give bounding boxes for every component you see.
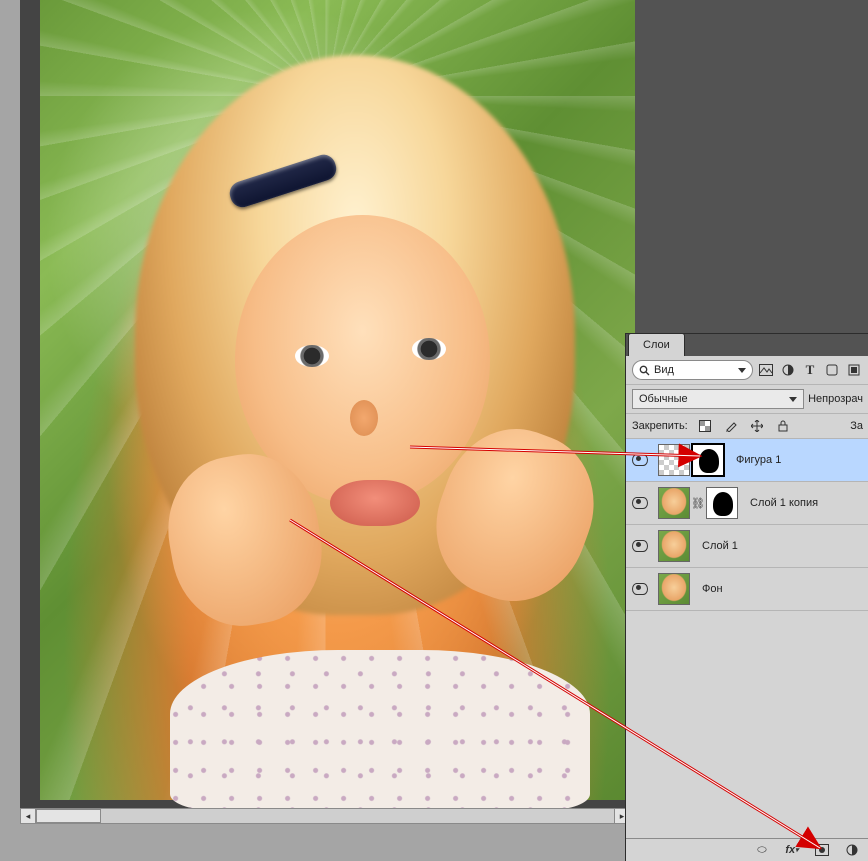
subject-dress (170, 650, 590, 810)
layers-panel: Слои Вид T Обычные Непрозрач Закрепить: (625, 333, 868, 861)
eye-icon (632, 454, 648, 466)
layer-thumbnail[interactable] (658, 444, 690, 476)
layer-thumbnail[interactable] (658, 530, 690, 562)
subject-eye-left (295, 345, 329, 367)
lock-label: Закрепить: (632, 420, 688, 432)
subject-nose (350, 400, 378, 436)
layer-thumbnail[interactable] (658, 573, 690, 605)
tab-layers[interactable]: Слои (628, 333, 685, 356)
mask-link-icon[interactable]: ⛓ (692, 497, 704, 510)
scroll-left-button[interactable]: ◂ (20, 808, 36, 824)
layer-name[interactable]: Слой 1 копия (742, 497, 818, 509)
lock-pixels-icon[interactable] (722, 418, 740, 434)
layer-name[interactable]: Слой 1 (694, 540, 738, 552)
canvas-horizontal-scrollbar[interactable]: ◂ ▸ (20, 808, 630, 824)
layer-thumbnail[interactable] (658, 487, 690, 519)
blend-mode-select[interactable]: Обычные (632, 389, 804, 409)
visibility-toggle[interactable] (626, 497, 654, 509)
layer-filter-select[interactable]: Вид (632, 360, 753, 380)
smart-filter-icon[interactable] (845, 362, 863, 378)
lock-transparency-icon[interactable] (696, 418, 714, 434)
layers-list: Фигура 1 ⛓ Слой 1 копия Слой 1 (626, 439, 868, 611)
image-filter-icon[interactable] (757, 362, 775, 378)
layer-row-fon[interactable]: Фон (626, 568, 868, 611)
layer-row-sloi-1-kopiya[interactable]: ⛓ Слой 1 копия (626, 482, 868, 525)
layer-mask-thumbnail[interactable] (706, 487, 738, 519)
chevron-down-icon (789, 397, 797, 402)
blend-mode-value: Обычные (639, 393, 688, 405)
opacity-label: Непрозрач (808, 393, 863, 405)
document-canvas[interactable] (20, 0, 630, 808)
layer-name[interactable]: Фигура 1 (728, 454, 781, 466)
chevron-down-icon (738, 368, 746, 373)
adjustment-layer-icon[interactable] (843, 842, 861, 858)
fx-icon[interactable]: fx▾ (783, 842, 801, 858)
scroll-track[interactable] (36, 808, 614, 824)
eye-icon (632, 497, 648, 509)
visibility-toggle[interactable] (626, 583, 654, 595)
scroll-thumb[interactable] (36, 809, 101, 823)
shape-filter-icon[interactable] (823, 362, 841, 378)
layer-row-figura-1[interactable]: Фигура 1 (626, 439, 868, 482)
layer-row-sloi-1[interactable]: Слой 1 (626, 525, 868, 568)
blend-opacity-row: Обычные Непрозрач (626, 385, 868, 414)
layer-filter-value: Вид (654, 364, 734, 376)
lock-all-icon[interactable] (774, 418, 792, 434)
subject-eye-right (412, 338, 446, 360)
lock-position-icon[interactable] (748, 418, 766, 434)
layer-mask-icon[interactable] (813, 842, 831, 858)
visibility-toggle[interactable] (626, 454, 654, 466)
visibility-toggle[interactable] (626, 540, 654, 552)
search-icon (639, 365, 650, 376)
layer-filter-row: Вид T (626, 356, 868, 385)
eye-icon (632, 583, 648, 595)
vector-mask-thumbnail[interactable] (692, 444, 724, 476)
fill-label: За (850, 420, 863, 432)
panel-tab-bar: Слои (626, 334, 868, 356)
layer-name[interactable]: Фон (694, 583, 723, 595)
type-filter-icon[interactable]: T (801, 362, 819, 378)
app-stage: ◂ ▸ Слои Вид T Обычные (0, 0, 868, 861)
eye-icon (632, 540, 648, 552)
subject-mouth (330, 480, 420, 526)
canvas-image (40, 0, 635, 800)
adjustment-filter-icon[interactable] (779, 362, 797, 378)
tab-layers-label: Слои (643, 339, 670, 351)
layers-panel-footer: ⬭ fx▾ (626, 838, 868, 861)
lock-icons-group (696, 418, 792, 434)
lock-row: Закрепить: За (626, 414, 868, 439)
link-layers-icon[interactable]: ⬭ (753, 842, 771, 858)
